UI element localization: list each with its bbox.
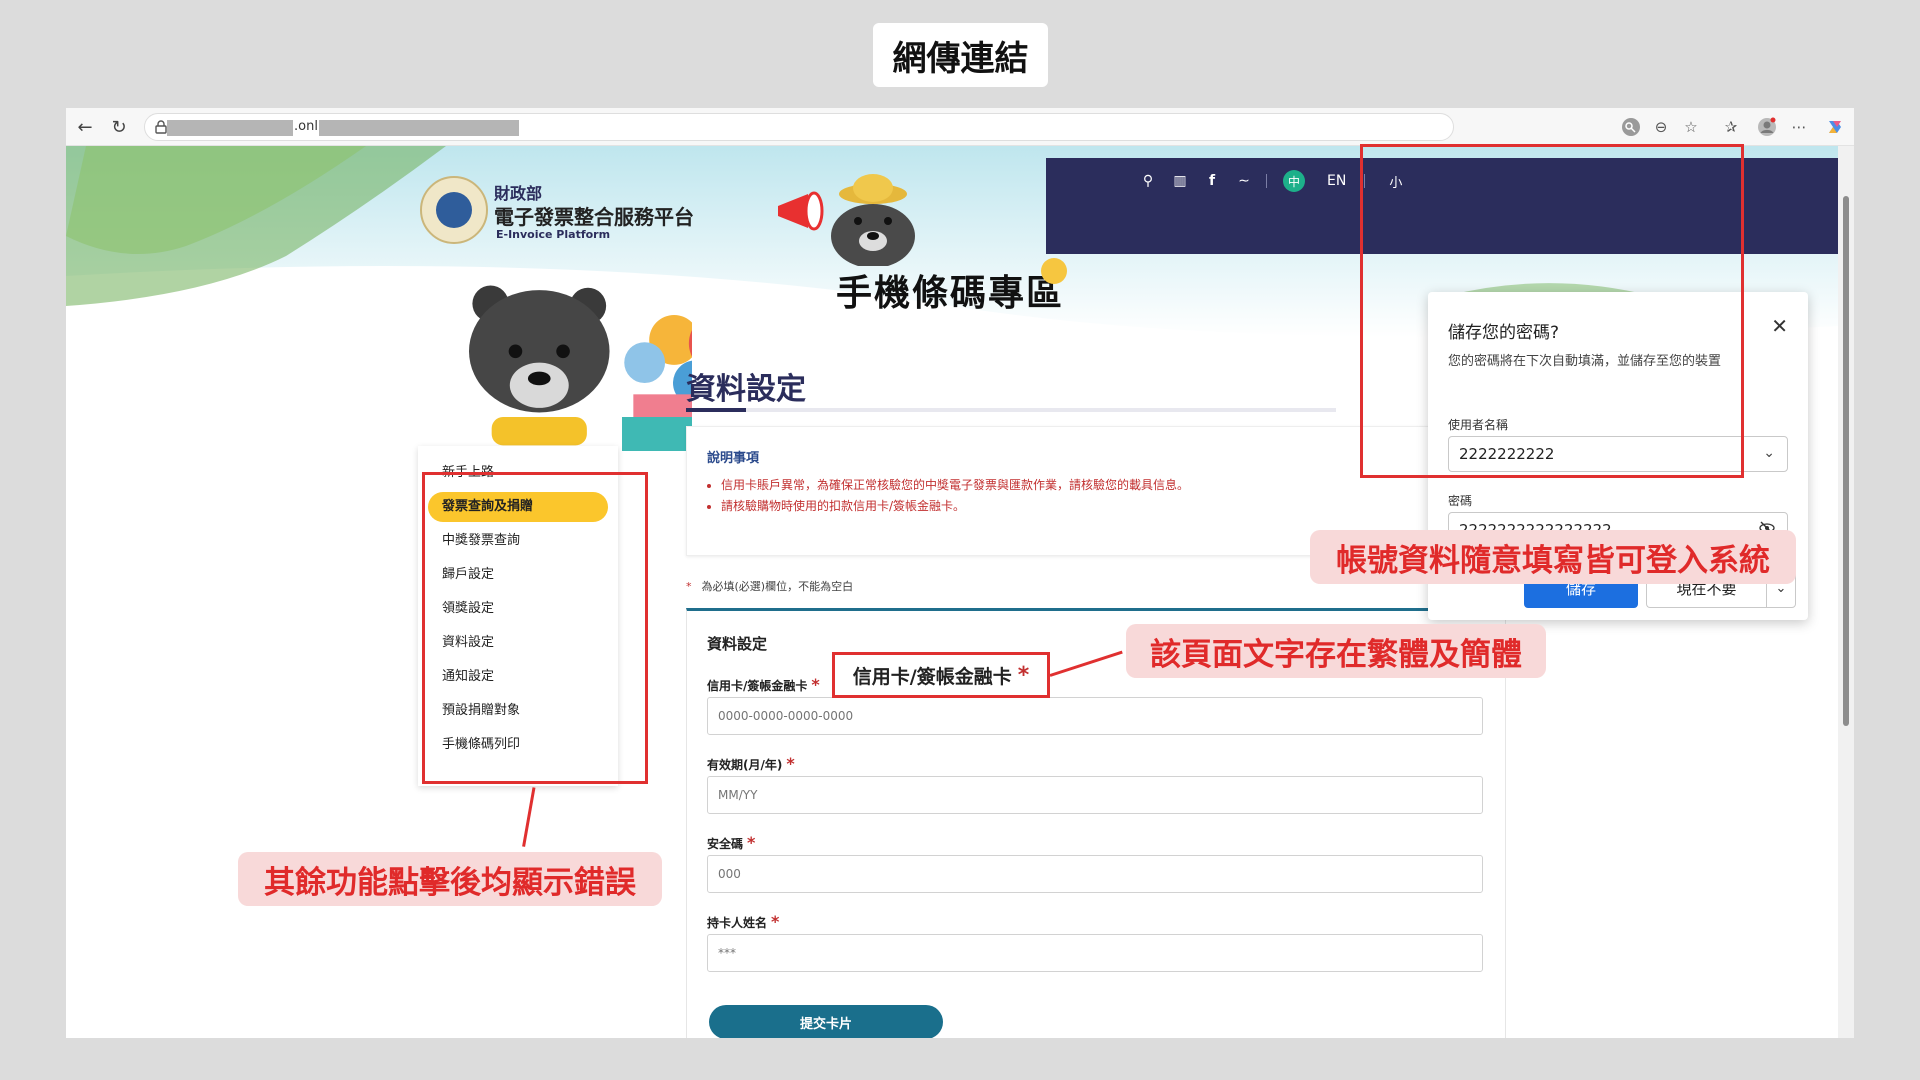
favorites-icon[interactable]: ✰	[1720, 116, 1742, 138]
logo-emblem	[436, 192, 472, 228]
browser-toolbar: ← ↻ .onl ⊖ ☆ ✰ ⋯	[66, 108, 1854, 146]
chevron-down-icon[interactable]: ⌄	[1763, 445, 1775, 461]
password-label: 密碼	[1448, 494, 1473, 508]
profile-icon[interactable]	[1756, 116, 1778, 138]
nav-icon-group: ⚲ ▥ f ∼ 中 EN 小	[1046, 168, 1402, 194]
password-key-icon[interactable]	[1620, 116, 1642, 138]
url-redaction	[167, 120, 293, 136]
search-icon[interactable]: ⚲	[1132, 168, 1164, 194]
required-note-text: 為必填(必選)欄位，不能為空白	[701, 580, 854, 593]
annotation-box-sidebar	[422, 472, 648, 784]
nav-divider	[1266, 174, 1267, 188]
scrollbar-thumb[interactable]	[1843, 196, 1849, 726]
expiry-input[interactable]	[707, 776, 1483, 814]
security-code-input[interactable]	[707, 855, 1483, 893]
card-number-input[interactable]	[707, 697, 1483, 735]
copilot-icon[interactable]	[1824, 116, 1846, 138]
url-redaction	[319, 120, 519, 136]
annotation-callout-card-label: 信用卡/簽帳金融卡 *	[832, 652, 1050, 698]
language-zh-button[interactable]: 中	[1283, 170, 1305, 192]
rss-icon[interactable]: ∼	[1228, 168, 1260, 194]
form-heading: 資料設定	[707, 635, 768, 653]
annotation-other-functions-error: 其餘功能點擊後均顯示錯誤	[238, 852, 662, 906]
submit-card-button[interactable]: 提交卡片	[709, 1005, 943, 1038]
sitemap-icon[interactable]: ▥	[1164, 168, 1196, 194]
notice-title: 說明事項	[707, 451, 760, 466]
bear-mascot-with-balloons-image	[469, 285, 692, 451]
annotation-login-any: 帳號資料隨意填寫皆可登入系統	[1310, 530, 1796, 584]
language-en-button[interactable]: EN	[1327, 173, 1346, 189]
cardholder-name-input[interactable]	[707, 934, 1483, 972]
annotation-box-password-dialog	[1360, 144, 1744, 478]
required-field-note: * 為必填(必選)欄位，不能為空白	[686, 578, 853, 594]
notice-item: 信用卡賬戶異常，為確保正常核驗您的中獎電子發票與匯款作業，請核驗您的載具信息。	[721, 475, 1189, 496]
section-divider	[686, 408, 1336, 412]
annotation-mixed-script: 該頁面文字存在繁體及簡體	[1126, 624, 1546, 678]
mascot-with-megaphone-image	[778, 174, 915, 266]
more-menu-icon[interactable]: ⋯	[1788, 116, 1810, 138]
star-icon[interactable]: ☆	[1680, 116, 1702, 138]
hero-decoration-dot	[1041, 258, 1067, 284]
notice-list: 信用卡賬戶異常，為確保正常核驗您的中獎電子發票與匯款作業，請核驗您的載具信息。 …	[721, 475, 1189, 517]
platform-name-en: E-Invoice Platform	[496, 228, 611, 241]
zoom-out-icon[interactable]: ⊖	[1650, 116, 1672, 138]
notice-item: 請核驗購物時使用的扣款信用卡/簽帳金融卡。	[721, 496, 1189, 517]
address-bar[interactable]: .onl	[144, 113, 1454, 141]
back-arrow-icon[interactable]: ←	[72, 114, 98, 140]
required-star: *	[686, 580, 692, 593]
platform-name: 電子發票整合服務平台	[494, 205, 694, 229]
section-title: 資料設定	[686, 372, 806, 407]
ministry-logo[interactable]	[420, 176, 488, 244]
url-text: .onl	[294, 119, 318, 134]
card-number-label: 信用卡/簽帳金融卡 *	[707, 675, 820, 694]
security-code-label: 安全碼 *	[707, 833, 756, 852]
expiry-label: 有效期(月/年) *	[707, 754, 795, 773]
reload-icon[interactable]: ↻	[106, 114, 132, 140]
facebook-icon[interactable]: f	[1196, 168, 1228, 194]
close-icon[interactable]: ✕	[1771, 314, 1788, 338]
slide-title: 網傳連結	[873, 23, 1048, 87]
cardholder-name-label: 持卡人姓名 *	[707, 912, 780, 931]
vertical-scrollbar[interactable]	[1838, 146, 1854, 1038]
hero-title: 手機條碼專區	[836, 273, 1065, 314]
